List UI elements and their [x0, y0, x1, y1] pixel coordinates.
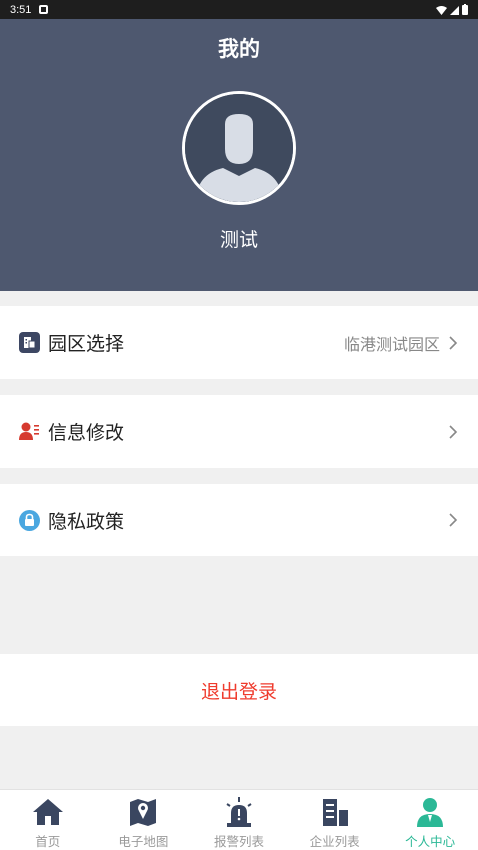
menu-item-info-edit[interactable]: 信息修改: [0, 395, 478, 468]
tab-personal-center[interactable]: 个人中心: [382, 790, 478, 850]
username: 测试: [219, 229, 258, 251]
tab-company-list[interactable]: 企业列表: [287, 790, 383, 850]
menu-label: 信息修改: [48, 422, 125, 444]
default-avatar-icon: [185, 94, 293, 202]
status-time: 3:51: [10, 3, 32, 16]
status-bar: 3:51: [0, 0, 478, 19]
chevron-right-icon: [449, 424, 458, 439]
tab-label: 企业列表: [309, 834, 360, 849]
chevron-right-icon: [449, 335, 458, 350]
chevron-right-icon: [449, 513, 458, 527]
tab-alarm-list[interactable]: 报警列表: [191, 790, 287, 850]
building-doc-icon: [19, 332, 40, 353]
selected-park-value: 临港测试园区: [343, 334, 440, 354]
tab-label: 个人中心: [405, 834, 456, 849]
map-icon: [130, 799, 157, 826]
tab-label: 电子地图: [118, 834, 169, 849]
alarm-icon: [226, 797, 252, 827]
company-icon: [322, 799, 348, 826]
tab-home[interactable]: 首页: [0, 790, 96, 850]
tab-label: 报警列表: [213, 834, 264, 849]
battery-icon: [462, 4, 468, 15]
profile-header: 我的 测试: [0, 19, 478, 291]
signal-icon: [450, 5, 459, 15]
logout-label: 退出登录: [200, 680, 277, 703]
wifi-icon: [436, 5, 447, 15]
notification-icon: [39, 5, 49, 14]
lock-icon: [19, 509, 40, 531]
tab-map[interactable]: 电子地图: [96, 790, 192, 850]
user-edit-icon: [19, 422, 39, 440]
menu-item-park-select[interactable]: 园区选择 临港测试园区: [0, 306, 478, 379]
tab-label: 首页: [35, 834, 61, 849]
menu-label: 园区选择: [48, 333, 125, 355]
page-title: 我的: [218, 37, 260, 61]
menu-label: 隐私政策: [48, 510, 125, 533]
menu-item-privacy-policy[interactable]: 隐私政策: [0, 484, 478, 556]
bottom-tab-bar: 首页 电子地图 报警列表 企业列表 个人中心: [0, 789, 478, 850]
home-icon: [32, 799, 63, 825]
avatar[interactable]: [182, 91, 296, 205]
person-icon: [417, 798, 444, 827]
status-icons: [436, 4, 468, 15]
logout-button[interactable]: 退出登录: [0, 654, 478, 726]
